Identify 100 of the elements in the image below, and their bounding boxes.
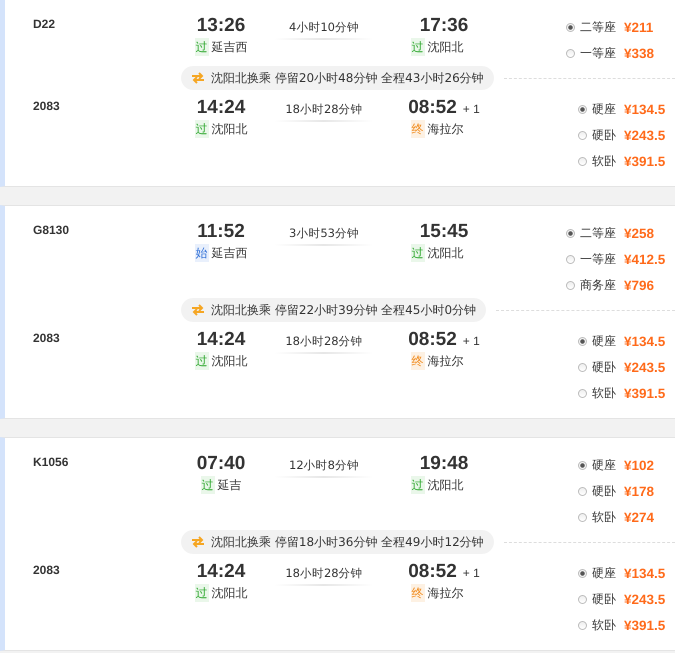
swap-arrows-icon [191, 536, 205, 548]
train-number: G8130 [32, 222, 70, 237]
seat-radio[interactable] [578, 336, 587, 346]
station-marker: 过 [410, 476, 424, 494]
seat-radio[interactable] [578, 512, 587, 522]
seat-price: ¥391.5 [624, 154, 666, 168]
seat-class: 硬卧 [592, 482, 616, 500]
duration-text: 4小时10分钟 [289, 20, 359, 35]
station-marker: 过 [410, 244, 424, 262]
station-name: 海拉尔 [428, 121, 464, 138]
transfer-text: 沈阳北换乘 停留20小时48分钟 全程43小时26分钟 [211, 70, 484, 86]
station-marker: 过 [194, 120, 208, 138]
seat-price: ¥134.5 [624, 566, 666, 580]
next-day-mark: + 1 [462, 334, 480, 348]
station-name: 沈阳北 [212, 121, 248, 138]
seat-radio[interactable] [578, 460, 587, 470]
seat-class: 硬座 [592, 564, 616, 582]
seat-price: ¥178 [624, 484, 654, 498]
station-marker: 终 [410, 584, 424, 602]
seat-price: ¥243.5 [624, 128, 666, 142]
seat-class: 软卧 [592, 508, 616, 526]
departure-time: 14:24 [196, 560, 246, 584]
swap-arrows-icon [191, 72, 205, 84]
seat-price: ¥258 [624, 226, 654, 240]
departure-time: 11:52 [197, 220, 245, 244]
seat-class: 软卧 [592, 384, 616, 402]
seat-class: 硬卧 [592, 126, 616, 144]
arrival-time: 08:52 [408, 328, 457, 352]
duration-text: 18小时28分钟 [285, 102, 363, 117]
seat-radio[interactable] [578, 486, 587, 496]
seat-radio[interactable] [566, 228, 575, 238]
seat-radio[interactable] [578, 388, 587, 398]
seat-class: 硬卧 [592, 590, 616, 608]
transfer-text: 沈阳北换乘 停留22小时39分钟 全程45小时0分钟 [211, 302, 476, 318]
seat-radio[interactable] [578, 568, 587, 578]
seat-price: ¥391.5 [624, 386, 666, 400]
departure-time: 07:40 [196, 452, 246, 476]
departure-time: 13:26 [196, 14, 246, 38]
seat-class: 硬座 [592, 100, 616, 118]
station-name: 沈阳北 [212, 353, 248, 370]
seat-class: 硬座 [592, 456, 616, 474]
train-number: 2083 [32, 562, 61, 577]
arrival-time: 17:36 [420, 14, 468, 38]
seat-class: 二等座 [580, 18, 616, 36]
station-marker: 过 [194, 584, 208, 602]
seat-radio[interactable] [566, 254, 575, 264]
seat-radio[interactable] [578, 362, 587, 372]
station-name: 海拉尔 [428, 585, 464, 602]
seat-class: 硬座 [592, 332, 616, 350]
seat-class: 一等座 [580, 250, 616, 268]
seat-radio[interactable] [578, 156, 587, 166]
seat-price: ¥134.5 [624, 102, 666, 116]
station-name: 延吉 [218, 477, 242, 494]
seat-radio[interactable] [578, 104, 587, 114]
train-number: D22 [32, 16, 56, 31]
station-name: 海拉尔 [428, 353, 464, 370]
seat-price: ¥243.5 [624, 592, 666, 606]
swap-arrows-icon [191, 304, 205, 316]
next-day-mark: + 1 [462, 102, 480, 116]
seat-price: ¥412.5 [624, 252, 666, 266]
seat-class: 商务座 [580, 276, 616, 294]
departure-time: 14:24 [196, 328, 246, 352]
seat-price: ¥211 [624, 20, 654, 34]
seat-class: 二等座 [580, 224, 616, 242]
station-name: 延吉西 [212, 245, 248, 262]
seat-price: ¥243.5 [624, 360, 666, 374]
station-marker: 过 [194, 38, 208, 56]
station-marker: 始 [194, 244, 208, 262]
seat-class: 软卧 [592, 616, 616, 634]
departure-time: 14:24 [196, 96, 246, 120]
seat-radio[interactable] [578, 594, 587, 604]
seat-price: ¥796 [624, 278, 654, 292]
arrival-time: 19:48 [420, 452, 468, 476]
seat-price: ¥338 [624, 46, 654, 60]
seat-price: ¥102 [624, 458, 654, 472]
seat-radio[interactable] [566, 22, 575, 32]
station-marker: 过 [200, 476, 214, 494]
duration-text: 12小时8分钟 [289, 458, 359, 473]
duration-text: 18小时28分钟 [285, 334, 363, 349]
next-day-mark: + 1 [462, 566, 480, 580]
train-number: K1056 [32, 454, 70, 469]
arrival-time: 08:52 [408, 96, 457, 120]
seat-radio[interactable] [578, 130, 587, 140]
transfer-text: 沈阳北换乘 停留18小时36分钟 全程49小时12分钟 [211, 534, 484, 550]
station-name: 沈阳北 [428, 477, 464, 494]
seat-radio[interactable] [566, 280, 575, 290]
station-marker: 过 [194, 352, 208, 370]
station-name: 沈阳北 [428, 39, 464, 56]
seat-price: ¥134.5 [624, 334, 666, 348]
duration-text: 3小时53分钟 [289, 226, 359, 241]
seat-radio[interactable] [578, 620, 587, 630]
train-number: 2083 [32, 330, 61, 345]
seat-price: ¥391.5 [624, 618, 666, 632]
station-marker: 终 [410, 352, 424, 370]
station-marker: 终 [410, 120, 424, 138]
station-name: 延吉西 [212, 39, 248, 56]
seat-class: 一等座 [580, 44, 616, 62]
seat-class: 硬卧 [592, 358, 616, 376]
seat-price: ¥274 [624, 510, 654, 524]
seat-radio[interactable] [566, 48, 575, 58]
